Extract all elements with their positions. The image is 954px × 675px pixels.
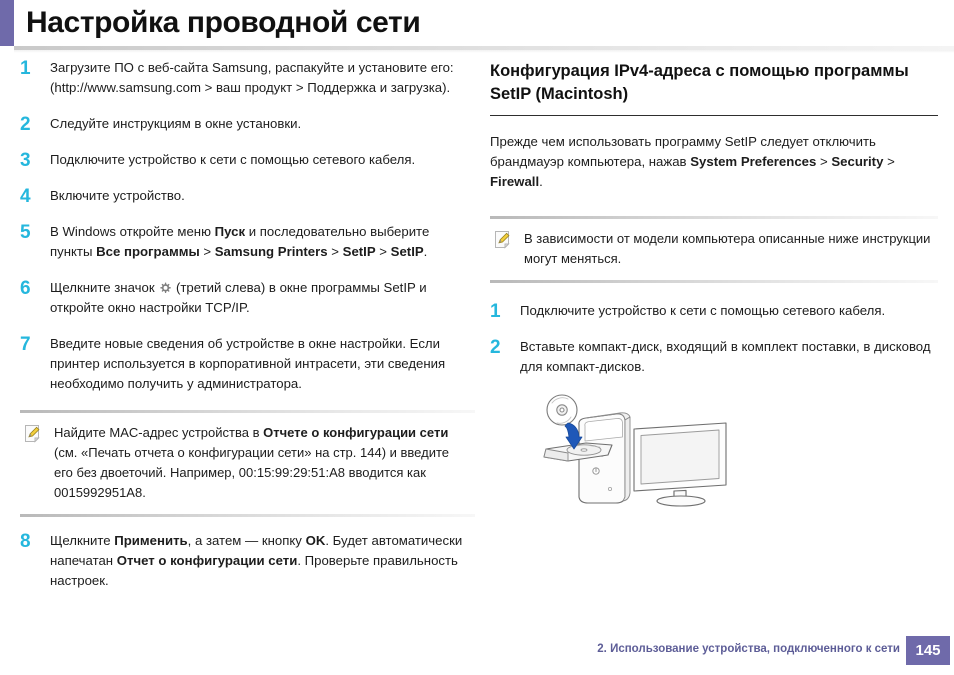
right-column: Конфигурация IPv4-адреса с помощью прогр… [490, 58, 938, 508]
note-text: В зависимости от модели компьютера описа… [524, 231, 931, 266]
section-divider [490, 115, 938, 116]
step-text: Щелкните значок (третий слева) в окне пр… [50, 280, 427, 315]
step-item: 3 Подключите устройство к сети с помощью… [20, 150, 475, 170]
step-number: 6 [20, 278, 31, 299]
note-box: Найдите MAC-адрес устройства в Отчете о … [20, 410, 475, 517]
gear-icon [160, 282, 172, 294]
title-accent-bar [0, 0, 14, 46]
page-header: Настройка проводной сети [0, 0, 954, 53]
step-text: Щелкните Применить, а затем — кнопку OK.… [50, 533, 463, 588]
step-item: 1 Загрузите ПО с веб-сайта Samsung, расп… [20, 58, 475, 98]
step-text: Следуйте инструкциям в окне установки. [50, 116, 302, 131]
step-text: Введите новые сведения об устройстве в о… [50, 336, 446, 391]
cd-insert-illustration [524, 393, 744, 508]
note-pencil-icon [24, 423, 54, 449]
page-number-badge: 145 [906, 636, 950, 665]
step-text: Подключите устройство к сети с помощью с… [520, 303, 886, 318]
step-text: Подключите устройство к сети с помощью с… [50, 152, 416, 167]
page-body: 1 Загрузите ПО с веб-сайта Samsung, расп… [0, 58, 954, 618]
title-divider [14, 46, 954, 53]
step-number: 1 [490, 301, 501, 322]
step-number: 3 [20, 150, 31, 171]
step-number: 8 [20, 531, 31, 552]
footer-chapter-label: 2. Использование устройства, подключенно… [597, 643, 900, 655]
step-item: 8 Щелкните Применить, а затем — кнопку O… [20, 531, 475, 591]
step-text: В Windows откройте меню Пуск и последова… [50, 224, 430, 259]
step-item: 4 Включите устройство. [20, 186, 475, 206]
step-number: 2 [490, 337, 501, 358]
step-item: 7 Введите новые сведения об устройстве в… [20, 334, 475, 394]
step-number: 4 [20, 186, 31, 207]
step-item: 6 Щелкните значок (третий слева) в окне … [20, 278, 475, 318]
step-text: Включите устройство. [50, 188, 185, 203]
page-footer: 2. Использование устройства, подключенно… [0, 636, 954, 668]
section-intro-text: Прежде чем использовать программу SetIP … [490, 134, 895, 189]
step-number: 1 [20, 58, 31, 79]
note-box: В зависимости от модели компьютера описа… [490, 216, 938, 283]
step-number: 5 [20, 222, 31, 243]
step-number: 7 [20, 334, 31, 355]
step-text: Загрузите ПО с веб-сайта Samsung, распак… [50, 60, 454, 95]
step-item: 1 Подключите устройство к сети с помощью… [490, 301, 938, 321]
step-item: 2 Следуйте инструкциям в окне установки. [20, 114, 475, 134]
page-title: Настройка проводной сети [26, 6, 421, 39]
note-text: Найдите MAC-адрес устройства в Отчете о … [54, 425, 450, 500]
step-item: 2 Вставьте компакт-диск, входящий в комп… [490, 337, 938, 377]
left-column: 1 Загрузите ПО с веб-сайта Samsung, расп… [20, 58, 475, 607]
step-item: 5 В Windows откройте меню Пуск и последо… [20, 222, 475, 262]
section-heading: Конфигурация IPv4-адреса с помощью прогр… [490, 62, 909, 103]
step-number: 2 [20, 114, 31, 135]
note-pencil-icon [494, 229, 524, 255]
step-text: Вставьте компакт-диск, входящий в компле… [520, 339, 931, 374]
